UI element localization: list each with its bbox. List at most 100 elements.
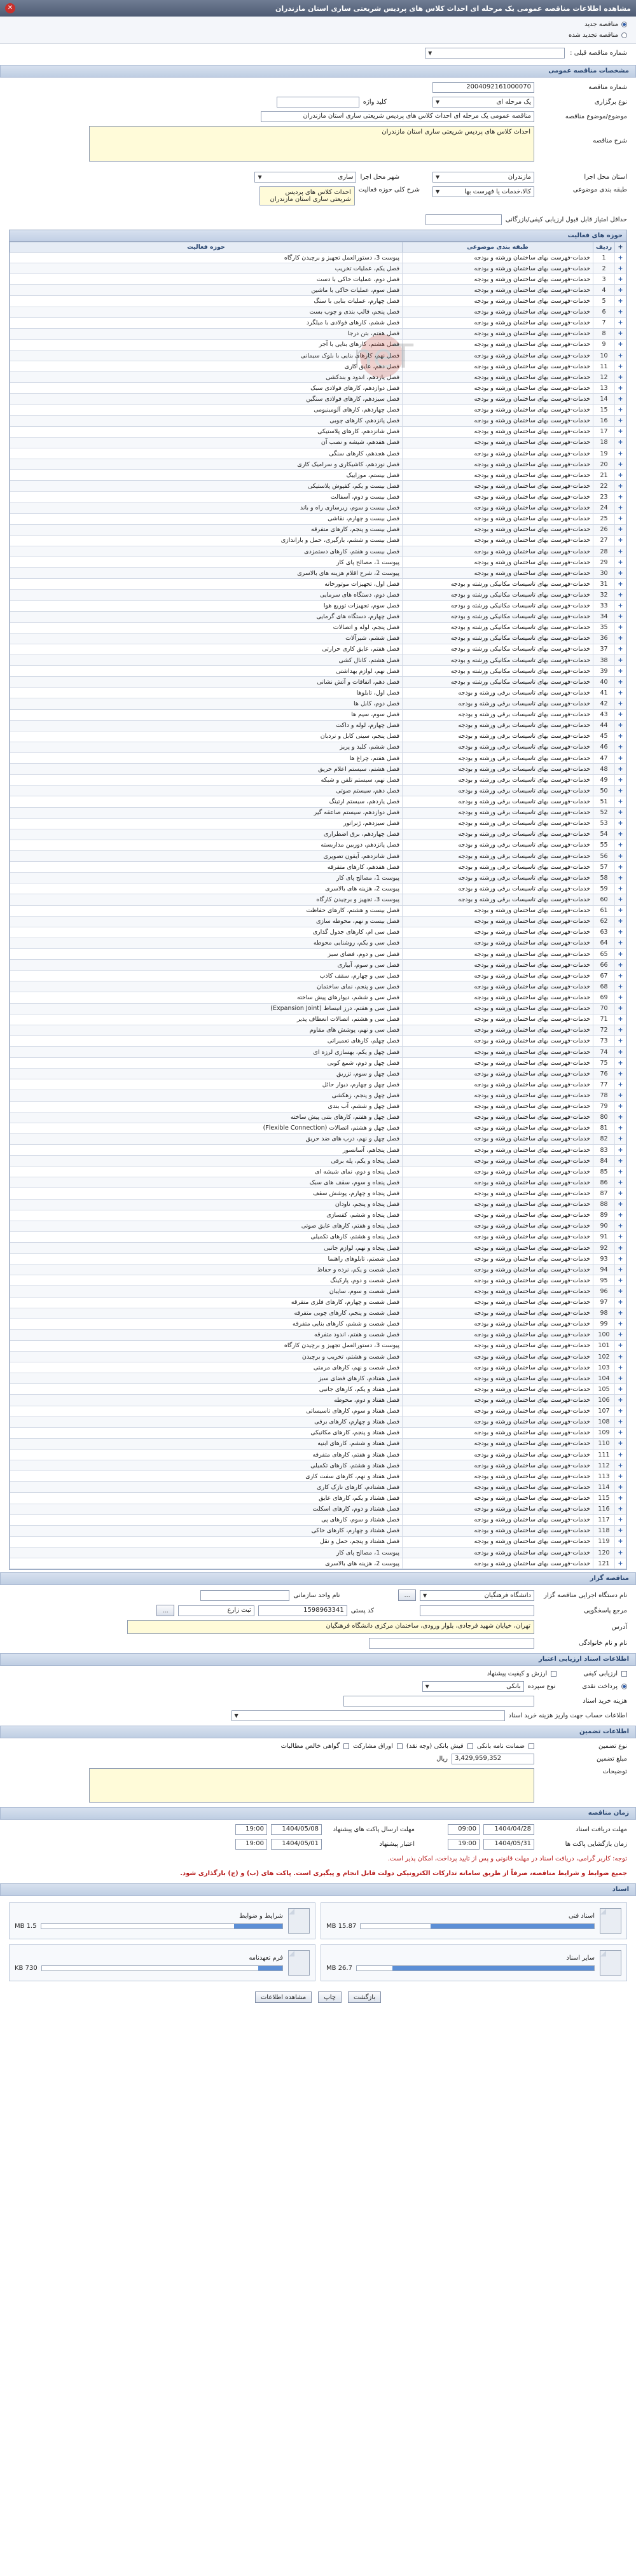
- open-date-field[interactable]: 1404/05/31: [483, 1839, 534, 1850]
- row-expand-icon[interactable]: +: [614, 796, 626, 808]
- table-row[interactable]: +2 خدمات-فهرست بهای ساختمان ورشته و بودجه…: [10, 263, 626, 275]
- row-expand-icon[interactable]: +: [614, 948, 626, 960]
- print-button[interactable]: چاپ: [318, 1991, 342, 2004]
- table-row[interactable]: +23 خدمات-فهرست بهای ساختمان ورشته و بودج…: [10, 491, 626, 503]
- table-row[interactable]: +71 خدمات-فهرست بهای ساختمان ورشته و بودج…: [10, 1013, 626, 1025]
- table-row[interactable]: +59 خدمات-فهرست بهای تاسیسات برقی ورشته و…: [10, 883, 626, 895]
- row-expand-icon[interactable]: +: [614, 382, 626, 394]
- row-expand-icon[interactable]: +: [614, 274, 626, 286]
- table-row[interactable]: +72 خدمات-فهرست بهای ساختمان ورشته و بودج…: [10, 1024, 626, 1036]
- row-expand-icon[interactable]: +: [614, 1427, 626, 1439]
- row-expand-icon[interactable]: +: [614, 1362, 626, 1374]
- row-expand-icon[interactable]: +: [614, 349, 626, 362]
- table-row[interactable]: +37 خدمات-فهرست بهای تاسیسات مکانیکی ورشت…: [10, 643, 626, 656]
- table-row[interactable]: +62 خدمات-فهرست بهای ساختمان ورشته و بودج…: [10, 915, 626, 927]
- row-expand-icon[interactable]: +: [614, 480, 626, 492]
- row-expand-icon[interactable]: +: [614, 643, 626, 656]
- row-expand-icon[interactable]: +: [614, 393, 626, 405]
- table-row[interactable]: +88 خدمات-فهرست بهای ساختمان ورشته و بودج…: [10, 1198, 626, 1210]
- city-select[interactable]: ساری ▼: [254, 172, 357, 183]
- amount-field[interactable]: 3,429,959,352: [452, 1754, 534, 1765]
- row-expand-icon[interactable]: +: [614, 1166, 626, 1178]
- table-row[interactable]: +36 خدمات-فهرست بهای تاسیسات مکانیکی ورشت…: [10, 632, 626, 644]
- table-row[interactable]: +121 خدمات-فهرست بهای ساختمان ورشته و بود…: [10, 1558, 626, 1570]
- table-row[interactable]: +31 خدمات-فهرست بهای تاسیسات مکانیکی ورشت…: [10, 578, 626, 590]
- table-row[interactable]: +39 خدمات-فهرست بهای تاسیسات مکانیکی ورشت…: [10, 665, 626, 677]
- table-row[interactable]: +7 خدمات-فهرست بهای ساختمان ورشته و بودجه…: [10, 317, 626, 329]
- table-row[interactable]: +116 خدمات-فهرست بهای ساختمان ورشته و بود…: [10, 1503, 626, 1515]
- row-expand-icon[interactable]: +: [614, 1122, 626, 1134]
- row-expand-icon[interactable]: +: [614, 763, 626, 775]
- row-expand-icon[interactable]: +: [614, 883, 626, 895]
- eval-quality-checkbox[interactable]: [621, 1671, 627, 1677]
- pay-cash-radio[interactable]: [621, 1684, 627, 1690]
- table-row[interactable]: +8 خدمات-فهرست بهای ساختمان ورشته و بودجه…: [10, 328, 626, 340]
- row-expand-icon[interactable]: +: [614, 1307, 626, 1319]
- table-row[interactable]: +95 خدمات-فهرست بهای ساختمان ورشته و بودج…: [10, 1275, 626, 1287]
- table-row[interactable]: +80 خدمات-فهرست بهای ساختمان ورشته و بودج…: [10, 1111, 626, 1123]
- row-expand-icon[interactable]: +: [614, 513, 626, 525]
- close-icon[interactable]: ✕: [5, 3, 15, 13]
- table-row[interactable]: +73 خدمات-فهرست بهای ساختمان ورشته و بودج…: [10, 1035, 626, 1047]
- open-time-field[interactable]: 19:00: [448, 1839, 480, 1850]
- prev-number-select[interactable]: ▼: [425, 48, 565, 59]
- document-item[interactable]: فرم تعهدنامه 730 KB: [9, 1944, 315, 1982]
- address-textarea[interactable]: تهران، خیابان شهید فرجادی، بلوار ورودی، …: [127, 1620, 534, 1635]
- row-expand-icon[interactable]: +: [614, 578, 626, 590]
- table-row[interactable]: +74 خدمات-فهرست بهای ساختمان ورشته و بودج…: [10, 1046, 626, 1058]
- row-expand-icon[interactable]: +: [614, 1242, 626, 1254]
- row-expand-icon[interactable]: +: [614, 861, 626, 873]
- table-row[interactable]: +117 خدمات-فهرست بهای ساختمان ورشته و بود…: [10, 1514, 626, 1526]
- row-expand-icon[interactable]: +: [614, 981, 626, 993]
- row-expand-icon[interactable]: +: [614, 1318, 626, 1330]
- link-field[interactable]: [343, 1696, 534, 1707]
- bank-select[interactable]: بانکی ▼: [422, 1681, 524, 1693]
- acct-select[interactable]: ▼: [231, 1710, 505, 1722]
- row-expand-icon[interactable]: +: [614, 338, 626, 350]
- radio-icon[interactable]: [621, 22, 627, 27]
- row-expand-icon[interactable]: +: [614, 491, 626, 503]
- table-row[interactable]: +11 خدمات-فهرست بهای ساختمان ورشته و بودج…: [10, 361, 626, 373]
- province-select[interactable]: مازندران ▼: [432, 172, 534, 183]
- row-expand-icon[interactable]: +: [614, 709, 626, 721]
- table-row[interactable]: +75 خدمات-فهرست بهای ساختمان ورشته و بودج…: [10, 1057, 626, 1069]
- table-row[interactable]: +12 خدمات-فهرست بهای ساختمان ورشته و بودج…: [10, 371, 626, 384]
- doc-deadline-date-field[interactable]: 1404/05/08: [271, 1824, 322, 1836]
- row-expand-icon[interactable]: +: [614, 436, 626, 448]
- table-row[interactable]: +91 خدمات-فهرست بهای ساختمان ورشته و بودج…: [10, 1231, 626, 1243]
- row-expand-icon[interactable]: +: [614, 1547, 626, 1559]
- last-time-field[interactable]: 19:00: [235, 1839, 267, 1850]
- document-item[interactable]: شرایط و ضوابط 1.5 MB: [9, 1902, 315, 1940]
- eval-value-checkbox[interactable]: [551, 1671, 557, 1677]
- table-row[interactable]: +106 خدمات-فهرست بهای ساختمان ورشته و بود…: [10, 1394, 626, 1406]
- table-row[interactable]: +100 خدمات-فهرست بهای ساختمان ورشته و بود…: [10, 1329, 626, 1341]
- row-expand-icon[interactable]: +: [614, 1340, 626, 1352]
- table-row[interactable]: +16 خدمات-فهرست بهای ساختمان ورشته و بودج…: [10, 415, 626, 427]
- row-expand-icon[interactable]: +: [614, 752, 626, 765]
- table-row[interactable]: +4 خدمات-فهرست بهای ساختمان ورشته و بودجه…: [10, 284, 626, 296]
- table-row[interactable]: +29 خدمات-فهرست بهای ساختمان ورشته و بودج…: [10, 557, 626, 569]
- guarantee-desc-textarea[interactable]: [89, 1768, 534, 1803]
- table-row[interactable]: +109 خدمات-فهرست بهای ساختمان ورشته و بود…: [10, 1427, 626, 1439]
- row-expand-icon[interactable]: +: [614, 698, 626, 710]
- table-row[interactable]: +38 خدمات-فهرست بهای تاسیسات مکانیکی ورشت…: [10, 654, 626, 667]
- table-row[interactable]: +113 خدمات-فهرست بهای ساختمان ورشته و بود…: [10, 1471, 626, 1483]
- table-row[interactable]: +22 خدمات-فهرست بهای ساختمان ورشته و بودج…: [10, 480, 626, 492]
- row-expand-icon[interactable]: +: [614, 817, 626, 829]
- row-expand-icon[interactable]: +: [614, 611, 626, 623]
- table-row[interactable]: +92 خدمات-فهرست بهای ساختمان ورشته و بودج…: [10, 1242, 626, 1254]
- row-expand-icon[interactable]: +: [614, 1002, 626, 1014]
- guarantee-opt3-checkbox[interactable]: [396, 1743, 403, 1750]
- row-expand-icon[interactable]: +: [614, 1373, 626, 1385]
- document-item[interactable]: سایر اسناد 26.7 MB: [321, 1944, 627, 1982]
- row-expand-icon[interactable]: +: [614, 1437, 626, 1450]
- table-row[interactable]: +82 خدمات-فهرست بهای ساختمان ورشته و بودج…: [10, 1133, 626, 1145]
- table-row[interactable]: +50 خدمات-فهرست بهای تاسیسات برقی ورشته و…: [10, 785, 626, 797]
- radio-icon[interactable]: [621, 32, 627, 38]
- publish-time-field[interactable]: 09:00: [448, 1824, 480, 1836]
- table-row[interactable]: +107 خدمات-فهرست بهای ساختمان ورشته و بود…: [10, 1405, 626, 1417]
- tender-type-select[interactable]: یک مرحله ای ▼: [432, 97, 534, 107]
- row-expand-icon[interactable]: +: [614, 469, 626, 481]
- table-row[interactable]: +51 خدمات-فهرست بهای تاسیسات برقی ورشته و…: [10, 796, 626, 808]
- table-row[interactable]: +48 خدمات-فهرست بهای تاسیسات برقی ورشته و…: [10, 763, 626, 775]
